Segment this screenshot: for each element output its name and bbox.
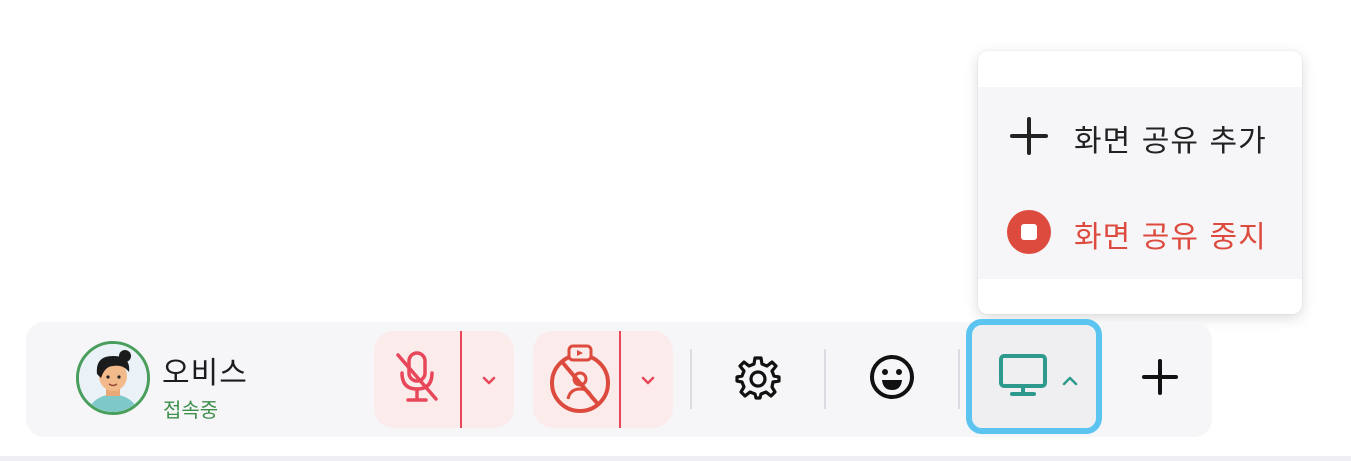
gear-icon bbox=[735, 354, 781, 404]
settings-button[interactable] bbox=[728, 349, 788, 409]
add-screen-share-label: 화면 공유 추가 bbox=[1074, 124, 1267, 159]
toolbar-divider bbox=[690, 349, 692, 409]
mic-split-divider bbox=[460, 331, 462, 428]
stop-screen-share-label: 화면 공유 중지 bbox=[1074, 220, 1267, 255]
mic-off-icon[interactable] bbox=[392, 345, 444, 413]
mic-control bbox=[374, 331, 514, 428]
avatar-illustration bbox=[79, 344, 147, 412]
toolbar-divider bbox=[958, 349, 960, 409]
meeting-page: 화면 공유 추가 화면 공유 중지 오비스 접속중 bbox=[0, 0, 1351, 461]
chevron-up-icon bbox=[1060, 373, 1080, 392]
camera-split-divider bbox=[619, 331, 621, 428]
plus-icon bbox=[1006, 113, 1052, 159]
screen-share-button[interactable] bbox=[966, 319, 1102, 434]
add-screen-share-item[interactable]: 화면 공유 추가 bbox=[978, 87, 1302, 183]
user-name: 오비스 bbox=[162, 356, 248, 391]
toolbar-divider bbox=[824, 349, 826, 409]
screen-share-menu: 화면 공유 추가 화면 공유 중지 bbox=[978, 51, 1302, 314]
camera-off-icon[interactable] bbox=[547, 343, 613, 419]
stop-circle-icon bbox=[1006, 209, 1052, 255]
monitor-icon bbox=[998, 353, 1048, 401]
reaction-button[interactable] bbox=[862, 349, 922, 409]
avatar[interactable] bbox=[76, 341, 150, 415]
bottom-divider bbox=[0, 456, 1351, 461]
chevron-down-icon[interactable] bbox=[478, 369, 500, 391]
chevron-down-icon[interactable] bbox=[637, 369, 659, 391]
add-button[interactable] bbox=[1130, 349, 1190, 409]
smile-icon bbox=[868, 353, 916, 405]
plus-icon bbox=[1140, 357, 1180, 401]
stop-screen-share-item[interactable]: 화면 공유 중지 bbox=[978, 183, 1302, 279]
camera-control bbox=[533, 331, 673, 428]
user-status: 접속중 bbox=[163, 398, 219, 422]
